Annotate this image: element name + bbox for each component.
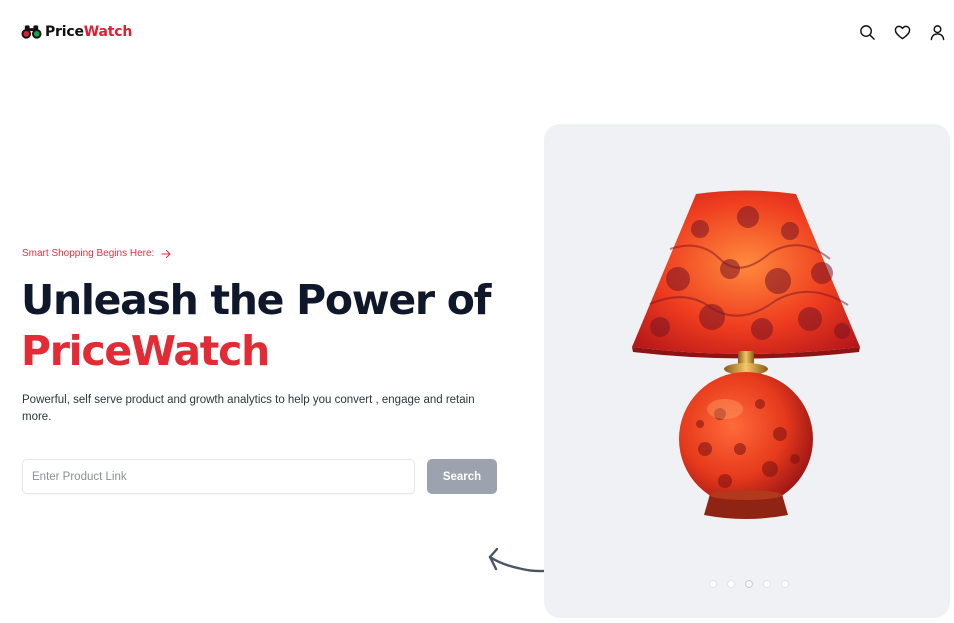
product-link-field	[22, 459, 415, 494]
eyebrow-text: Smart Shopping Begins Here:	[22, 248, 155, 259]
brand-name-part1: Price	[45, 24, 84, 40]
search-icon[interactable]	[859, 24, 876, 41]
brand-name-part2: Watch	[83, 24, 133, 40]
brand-name: PriceWatch	[45, 24, 132, 40]
table-lamp-image	[632, 190, 860, 519]
product-carousel	[544, 124, 950, 618]
carousel-dot[interactable]	[782, 581, 788, 587]
user-icon[interactable]	[929, 24, 946, 41]
arrow-right-icon	[161, 249, 171, 258]
carousel-dot-active[interactable]	[746, 581, 752, 587]
carousel-dot[interactable]	[728, 581, 734, 587]
eyebrow-link[interactable]: Smart Shopping Begins Here:	[22, 248, 171, 259]
heart-icon[interactable]	[894, 24, 911, 41]
carousel-dots	[710, 581, 788, 587]
binoculars-icon	[21, 25, 42, 39]
navbar: PriceWatch	[0, 0, 954, 66]
brand-logo[interactable]: PriceWatch	[21, 24, 132, 40]
nav-actions	[859, 24, 946, 41]
carousel-dot[interactable]	[764, 581, 770, 587]
hero-headline: Unleash the Power of PriceWatch	[21, 275, 491, 377]
search-button[interactable]: Search	[427, 459, 497, 494]
hero-description: Powerful, self serve product and growth …	[22, 394, 475, 423]
headline-line-2: PriceWatch	[21, 327, 270, 375]
product-link-input[interactable]	[23, 460, 414, 493]
headline-line-1: Unleash the Power of	[21, 276, 491, 324]
carousel-dot[interactable]	[710, 581, 716, 587]
